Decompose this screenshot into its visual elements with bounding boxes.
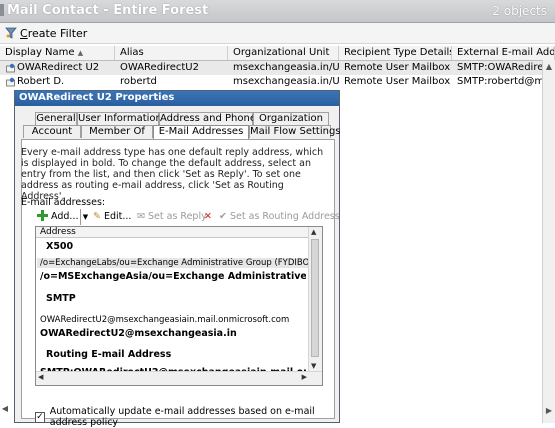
scroll-up-icon[interactable]: ▲ xyxy=(311,228,316,236)
set-as-routing-address-button[interactable]: ✔ Set as Routing Address xyxy=(219,209,340,225)
email-addresses-label: E-mail addresses: xyxy=(21,197,106,208)
app-icon xyxy=(0,4,4,16)
cell-email: SMTP:OWARedirectU2@m... xyxy=(457,62,555,73)
pencil-icon: ✎ xyxy=(93,211,101,222)
cell-display-name: OWARedirect U2 xyxy=(17,62,100,73)
cell-ou: msexchangeasia.in/Users xyxy=(233,62,339,73)
dialog-title: OWARedirect U2 Properties xyxy=(19,92,175,103)
tab-address-and-phone[interactable]: Address and Phone xyxy=(159,112,256,125)
funnel-icon xyxy=(5,27,17,39)
group-x500: X500 xyxy=(46,241,74,252)
address-list-hscrollbar[interactable]: ◀ ▶ xyxy=(36,371,322,385)
address-column-header[interactable]: Address xyxy=(36,227,309,238)
tab-mail-flow-settings[interactable]: Mail Flow Settings xyxy=(249,125,341,138)
tab-general[interactable]: General xyxy=(35,112,77,125)
sort-ascending-icon: ▲ xyxy=(77,49,84,57)
column-external-email[interactable]: External E-mail Address xyxy=(452,46,555,60)
scroll-up-icon[interactable]: ▲ xyxy=(544,62,554,72)
list-item[interactable]: /o=MSExchangeAsia/ou=Exchange Administra… xyxy=(40,271,306,282)
object-count: 2 objects xyxy=(492,4,547,18)
result-list-scrollbar[interactable] xyxy=(542,60,555,423)
properties-dialog: OWARedirect U2 Properties General User I… xyxy=(14,90,341,428)
toolbar: Create Filter xyxy=(0,23,555,44)
window-title: Mail Contact - Entire Forest xyxy=(7,3,209,18)
email-address-list[interactable]: Address X500 /o=ExchangeLabs/ou=Exchange… xyxy=(35,226,323,386)
column-organizational-unit[interactable]: Organizational Unit xyxy=(228,46,339,60)
add-button[interactable]: Add... xyxy=(37,209,78,225)
auto-update-checkbox-row[interactable]: ✓ Automatically update e-mail addresses … xyxy=(35,406,339,428)
list-item[interactable]: OWARedirectU2@msexchangeasiain.mail.onmi… xyxy=(40,315,306,325)
group-routing-email: Routing E-mail Address xyxy=(46,349,172,360)
scroll-down-icon[interactable]: ▼ xyxy=(311,362,316,370)
address-list-vscrollbar[interactable]: ▲ ▼ xyxy=(308,227,322,373)
cell-alias: OWARedirectU2 xyxy=(120,62,199,73)
scroll-right-icon[interactable]: ▶ xyxy=(302,373,307,381)
list-item[interactable]: /o=ExchangeLabs/ou=Exchange Administrati… xyxy=(37,258,311,268)
tab-member-of[interactable]: Member Of xyxy=(81,125,153,138)
create-filter-button[interactable]: Create Filter xyxy=(5,25,87,41)
cell-type: Remote User Mailbox xyxy=(344,62,451,73)
add-dropdown-chevron-icon[interactable]: ▼ xyxy=(80,209,90,225)
scroll-down-icon[interactable]: ▶ xyxy=(544,406,554,416)
routing-icon: ✔ xyxy=(219,211,227,222)
tab-email-addresses[interactable]: E-Mail Addresses xyxy=(153,125,249,139)
email-addresses-description: Every e-mail address type has one defaul… xyxy=(21,147,324,202)
group-smtp: SMTP xyxy=(46,293,76,304)
cell-email: SMTP:robertd@msexchan... xyxy=(457,76,555,87)
table-row[interactable]: Robert D. robertd msexchangeasia.in/User… xyxy=(0,75,555,89)
dialog-titlebar[interactable]: OWARedirect U2 Properties xyxy=(15,91,339,106)
tab-organization[interactable]: Organization xyxy=(253,112,329,125)
cell-alias: robertd xyxy=(120,76,157,87)
scrollbar-thumb[interactable] xyxy=(311,239,319,357)
tab-user-information[interactable]: User Information xyxy=(77,112,162,125)
auto-update-checkbox[interactable]: ✓ xyxy=(35,411,45,423)
column-recipient-type[interactable]: Recipient Type Details xyxy=(339,46,452,60)
window-titlebar: Mail Contact - Entire Forest 2 objects xyxy=(0,0,555,23)
email-address-actions: Add... ▼ ✎ Edit... ✉ Set as Reply ✕ ✔ Se… xyxy=(21,209,340,225)
cell-display-name: Robert D. xyxy=(17,76,65,87)
table-row[interactable]: OWARedirect U2 OWARedirectU2 msexchangea… xyxy=(0,61,555,75)
create-filter-label: Create Filter xyxy=(20,26,88,40)
tab-account[interactable]: Account xyxy=(23,125,81,138)
remove-icon[interactable]: ✕ xyxy=(204,209,212,225)
scroll-left-icon[interactable]: ◀ xyxy=(0,400,10,418)
scroll-left-icon[interactable]: ◀ xyxy=(38,373,43,381)
result-list-header: Display Name ▲ Alias Organizational Unit… xyxy=(0,46,555,61)
list-item[interactable]: OWARedirectU2@msexchangeasia.in xyxy=(40,328,306,339)
reply-icon: ✉ xyxy=(137,211,145,222)
set-as-reply-button[interactable]: ✉ Set as Reply xyxy=(137,209,207,225)
cell-type: Remote User Mailbox xyxy=(344,76,451,87)
auto-update-label: Automatically update e-mail addresses ba… xyxy=(49,406,315,428)
add-plus-icon xyxy=(37,210,48,221)
column-display-name[interactable]: Display Name ▲ xyxy=(0,46,115,60)
edit-button[interactable]: ✎ Edit... xyxy=(93,209,131,225)
cell-ou: msexchangeasia.in/Users xyxy=(233,76,339,87)
column-alias[interactable]: Alias xyxy=(115,46,228,60)
